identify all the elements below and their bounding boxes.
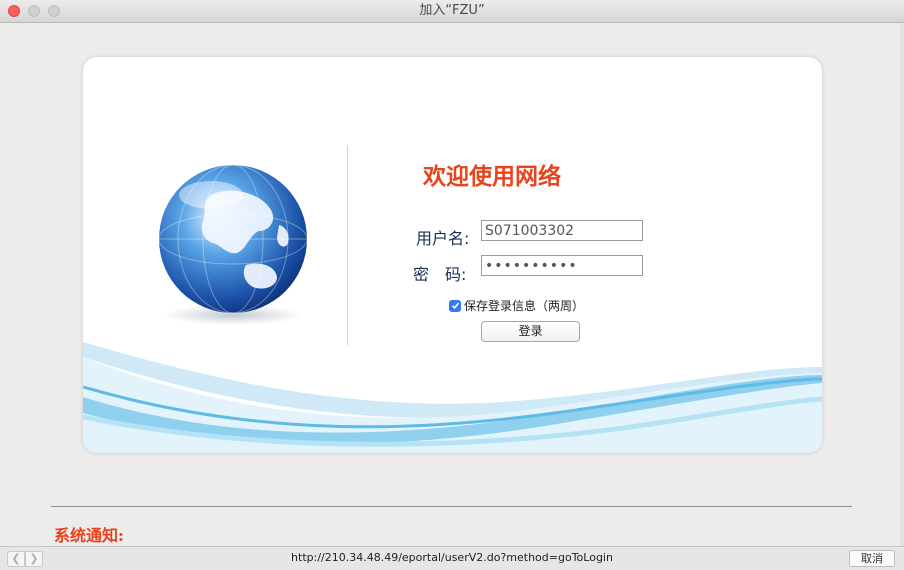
section-divider	[51, 506, 852, 507]
remember-label: 保存登录信息（两周）	[464, 299, 585, 313]
minimize-window-button[interactable]	[28, 5, 40, 17]
login-button[interactable]: 登录	[481, 321, 580, 342]
system-notice-title: 系统通知:	[54, 526, 124, 545]
globe-icon	[158, 165, 308, 325]
status-bar: ❮ ❯ http://210.34.48.49/eportal/userV2.d…	[0, 546, 904, 570]
password-label: 密 码:	[413, 265, 467, 284]
scrollbar[interactable]	[900, 23, 904, 546]
username-label: 用户名:	[416, 229, 470, 248]
remember-login-checkbox[interactable]: 保存登录信息（两周）	[449, 297, 584, 314]
page-content: 欢迎使用网络 用户名: 密 码: 保存登录信息（两周） 登录 系统通知:	[0, 23, 904, 546]
window-titlebar: 加入“FZU”	[0, 0, 904, 23]
cancel-button[interactable]: 取消	[849, 550, 895, 567]
close-window-button[interactable]	[8, 5, 20, 17]
status-url: http://210.34.48.49/eportal/userV2.do?me…	[291, 551, 613, 564]
window-title: 加入“FZU”	[419, 3, 485, 18]
username-input[interactable]	[481, 220, 643, 241]
zoom-window-button[interactable]	[48, 5, 60, 17]
vertical-divider	[347, 145, 348, 345]
password-input[interactable]	[481, 255, 643, 276]
checkbox-checked-icon[interactable]	[449, 299, 461, 312]
login-card: 欢迎使用网络 用户名: 密 码: 保存登录信息（两周） 登录	[83, 57, 822, 453]
welcome-heading: 欢迎使用网络	[423, 163, 561, 190]
